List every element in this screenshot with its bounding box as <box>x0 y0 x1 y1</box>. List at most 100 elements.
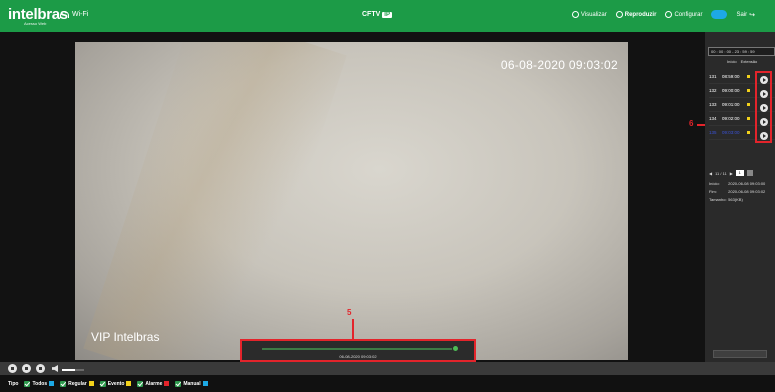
record-time: 09:00:00 <box>722 88 740 93</box>
record-list-header: Início Extensão <box>705 59 775 64</box>
main-nav: Visualizar Reproduzir Configurar Sair ↪ <box>571 10 755 19</box>
nav-reproduzir[interactable]: Reproduzir <box>615 11 657 18</box>
annotation-marker-5: 5 <box>347 308 352 317</box>
filter-alarme[interactable]: Alarme <box>137 380 170 387</box>
nav-configurar-label: Configurar <box>674 11 703 18</box>
regular-marker-icon <box>747 131 750 134</box>
record-time: 09:01:00 <box>722 102 740 107</box>
logout-label: Sair <box>736 11 748 18</box>
play-record-button[interactable] <box>760 90 768 98</box>
play-record-button[interactable] <box>760 104 768 112</box>
record-index: 134 <box>709 116 717 121</box>
timeline-time: 06-08-2020 09:03:02 <box>339 354 377 359</box>
filter-label: Regular <box>68 380 87 387</box>
playback-stage: 06-08-2020 09:03:02 VIP Intelbras 5 06-0… <box>0 32 755 362</box>
checkbox-icon[interactable] <box>137 380 144 387</box>
type-label: Tipo <box>8 380 19 387</box>
video-player[interactable]: 06-08-2020 09:03:02 VIP Intelbras <box>75 42 628 360</box>
next-page-icon[interactable]: ▶ <box>730 171 733 176</box>
record-index: 135 <box>709 130 717 135</box>
regular-marker-icon <box>747 103 750 106</box>
video-timestamp: 06-08-2020 09:03:02 <box>500 58 618 72</box>
nav-visualizar[interactable]: Visualizar <box>571 11 607 18</box>
filter-regular[interactable]: Regular <box>60 380 94 387</box>
prev-page-icon[interactable]: ◀ <box>709 171 712 176</box>
record-index: 132 <box>709 88 717 93</box>
go-page-button[interactable] <box>746 170 753 176</box>
checkbox-icon[interactable] <box>99 380 106 387</box>
annotation-marker-6: 6 <box>689 119 694 128</box>
wifi-label: Wi-Fi <box>72 11 89 18</box>
wifi-icon <box>60 11 69 18</box>
filter-manual[interactable]: Manual <box>175 380 208 387</box>
start-label: Início: <box>709 181 720 186</box>
record-time: 08:59:00 <box>722 74 740 79</box>
record-index: 131 <box>709 74 717 79</box>
eye-icon <box>571 11 579 18</box>
playback-timeline[interactable]: 06-08-2020 09:03:02 <box>240 339 476 362</box>
record-sidebar: 00 : 00 : 00 - 23 : 59 : 59 Início Exten… <box>705 32 775 362</box>
annotation-line-5 <box>352 319 354 339</box>
record-time: 09:02:00 <box>722 116 740 121</box>
play-record-button[interactable] <box>760 76 768 84</box>
product-title: CFTV IP <box>362 11 392 18</box>
color-swatch <box>126 381 132 386</box>
end-value: 2020-06-08 09:03:02 <box>728 189 766 194</box>
camera-name: VIP Intelbras <box>91 330 160 344</box>
record-type-legend: Tipo Todos Regular Evento Alarme Manual <box>0 375 775 392</box>
filter-evento[interactable]: Evento <box>99 380 132 387</box>
play-buttons-highlight <box>755 71 772 143</box>
size-value: 563(KB) <box>728 197 743 202</box>
nav-configurar[interactable]: Configurar <box>665 11 702 18</box>
size-label: Tamanho: <box>709 197 727 202</box>
checkbox-icon[interactable] <box>175 380 182 387</box>
play-button[interactable] <box>8 364 17 373</box>
timeline-track[interactable] <box>262 348 452 350</box>
gear-icon <box>665 11 673 18</box>
play-record-button[interactable] <box>760 132 768 140</box>
col-extension: Extensão <box>740 59 758 64</box>
play-record-button[interactable] <box>760 118 768 126</box>
color-swatch <box>202 381 208 386</box>
top-bar: intelbras Acesso Web Wi-Fi CFTV IP Visua… <box>0 0 775 32</box>
menu-toggle-icon[interactable] <box>711 10 728 19</box>
volume-icon[interactable] <box>52 365 58 372</box>
time-range-field[interactable]: 00 : 00 : 00 - 23 : 59 : 59 <box>708 47 775 56</box>
filter-label: Manual <box>183 380 201 387</box>
regular-marker-icon <box>747 75 750 78</box>
checkbox-icon[interactable] <box>24 380 31 387</box>
filter-label: Todos <box>32 380 48 387</box>
page-input[interactable]: 1 <box>735 170 744 176</box>
stop-icon <box>25 367 28 370</box>
ip-badge: IP <box>382 11 392 18</box>
record-details: Início: 2020-06-08 09:03:00 Fim: 2020-06… <box>709 180 765 204</box>
playback-controls <box>0 362 775 375</box>
record-index: 133 <box>709 102 717 107</box>
play-icon <box>11 367 14 370</box>
logout-button[interactable]: Sair ↪ <box>736 11 755 19</box>
sidebar-action-button[interactable] <box>713 350 767 358</box>
brand-subtitle: Acesso Web <box>24 21 47 26</box>
regular-marker-icon <box>747 89 750 92</box>
end-label: Fim: <box>709 189 717 194</box>
product-label: CFTV <box>362 11 381 18</box>
logout-icon: ↪ <box>749 11 755 19</box>
timeline-playhead[interactable] <box>453 346 458 351</box>
color-swatch <box>88 381 94 386</box>
filter-todos[interactable]: Todos <box>24 380 55 387</box>
volume-fill <box>62 369 76 371</box>
filter-label: Evento <box>107 380 125 387</box>
checkbox-icon[interactable] <box>60 380 67 387</box>
nav-visualizar-label: Visualizar <box>580 11 607 18</box>
filter-label: Alarme <box>145 380 163 387</box>
volume-slider[interactable] <box>62 369 84 371</box>
nav-reproduzir-label: Reproduzir <box>624 11 657 18</box>
wifi-indicator: Wi-Fi <box>60 11 88 18</box>
sound-button[interactable] <box>36 364 45 373</box>
stop-button[interactable] <box>22 364 31 373</box>
color-swatch <box>164 381 170 386</box>
play-circle-icon <box>615 11 623 18</box>
regular-marker-icon <box>747 117 750 120</box>
record-pager: ◀ 11 / 11 ▶ 1 <box>709 169 773 177</box>
sound-icon <box>39 367 42 370</box>
